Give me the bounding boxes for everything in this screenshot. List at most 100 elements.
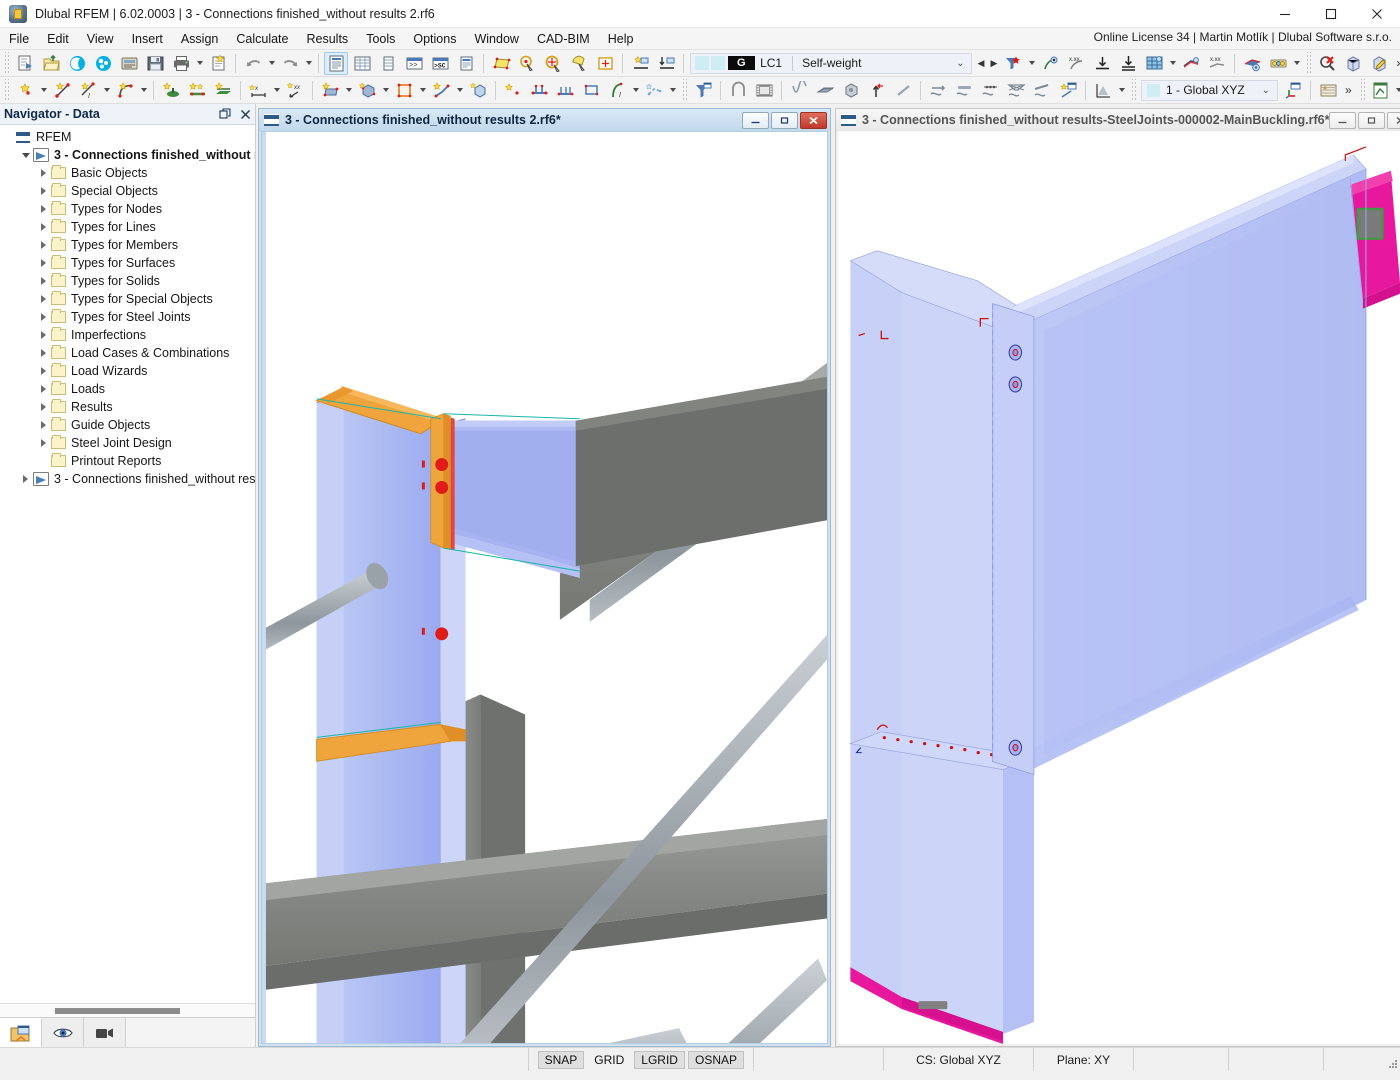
member-dropdown[interactable] bbox=[454, 79, 465, 102]
tab-navigator-data[interactable] bbox=[0, 1018, 42, 1047]
tree-item[interactable]: Types for Special Objects bbox=[0, 290, 255, 308]
deformation-icon[interactable] bbox=[1038, 52, 1062, 75]
chevron-right-icon[interactable] bbox=[36, 236, 51, 254]
line-load-icon[interactable] bbox=[978, 79, 1002, 102]
tree-item[interactable]: Types for Solids bbox=[0, 272, 255, 290]
toolbar-grip[interactable] bbox=[3, 52, 10, 74]
overflow-icon2[interactable]: » bbox=[1341, 83, 1356, 97]
undo-icon[interactable] bbox=[241, 52, 265, 75]
dimension-xx-icon[interactable]: xx bbox=[283, 79, 307, 102]
restore-icon[interactable] bbox=[1358, 112, 1385, 129]
toolbar-grip[interactable] bbox=[1359, 79, 1366, 101]
new-line-support-icon[interactable] bbox=[185, 79, 209, 102]
chevron-right-icon[interactable] bbox=[36, 182, 51, 200]
menu-assign[interactable]: Assign bbox=[172, 28, 228, 50]
viewport-steel-joint[interactable]: 3 - Connections finished_without results… bbox=[835, 108, 1400, 1047]
connect-icon[interactable] bbox=[65, 52, 89, 75]
chevron-down-icon[interactable] bbox=[18, 146, 33, 164]
previous-load-case-icon[interactable]: ◀ bbox=[974, 52, 987, 75]
xxx-values-icon[interactable]: x.xx bbox=[1064, 52, 1088, 75]
menu-edit[interactable]: Edit bbox=[38, 28, 78, 50]
free-load-icon[interactable] bbox=[1030, 79, 1054, 102]
tree-item[interactable]: Types for Surfaces bbox=[0, 254, 255, 272]
viewport-model[interactable]: 3 - Connections finished_without results… bbox=[258, 108, 831, 1047]
surface-select-icon[interactable] bbox=[489, 52, 513, 75]
surface-dropdown[interactable] bbox=[343, 79, 354, 102]
member-hinge2-icon[interactable] bbox=[553, 79, 577, 102]
table-single-icon[interactable] bbox=[376, 52, 400, 75]
tree-item[interactable]: Load Cases & Combinations bbox=[0, 344, 255, 362]
steel-joint-3d-canvas[interactable] bbox=[838, 131, 1400, 1044]
line-small-icon[interactable] bbox=[891, 79, 915, 102]
loads-down2-icon[interactable] bbox=[1116, 52, 1140, 75]
new-line-dim-icon[interactable]: I bbox=[76, 79, 100, 102]
menu-view[interactable]: View bbox=[78, 28, 123, 50]
tree-item[interactable]: RFEM bbox=[0, 128, 255, 146]
tables-icon[interactable] bbox=[350, 52, 374, 75]
minimize-icon[interactable] bbox=[1329, 112, 1356, 129]
tree-item[interactable]: Types for Nodes bbox=[0, 200, 255, 218]
status-toggle-lgrid[interactable]: LGRID bbox=[634, 1051, 685, 1069]
chevron-right-icon[interactable] bbox=[36, 218, 51, 236]
circle-select-icon[interactable] bbox=[541, 52, 565, 75]
toolbar-grip[interactable] bbox=[1130, 79, 1137, 101]
tree-item[interactable]: Types for Steel Joints bbox=[0, 308, 255, 326]
model-3d-canvas[interactable] bbox=[261, 131, 828, 1044]
menu-window[interactable]: Window bbox=[465, 28, 527, 50]
new-model-icon[interactable] bbox=[13, 52, 37, 75]
chevron-right-icon[interactable] bbox=[36, 398, 51, 416]
tree-item[interactable]: Printout Reports bbox=[0, 452, 255, 470]
rigid-link-dropdown[interactable] bbox=[667, 79, 678, 102]
diagram-icon[interactable] bbox=[1179, 52, 1203, 75]
maximize-icon[interactable] bbox=[1308, 0, 1354, 28]
new-arc-icon[interactable] bbox=[113, 79, 137, 102]
filter-dropdown[interactable] bbox=[1026, 52, 1037, 75]
tree-item[interactable]: Special Objects bbox=[0, 182, 255, 200]
close-icon[interactable] bbox=[235, 105, 255, 124]
status-plane[interactable]: Plane: XY bbox=[1034, 1048, 1134, 1071]
chevron-right-icon[interactable] bbox=[36, 254, 51, 272]
chevron-right-icon[interactable] bbox=[18, 470, 33, 488]
node-select-icon[interactable] bbox=[515, 52, 539, 75]
arc-dropdown[interactable] bbox=[138, 79, 149, 102]
chevron-right-icon[interactable] bbox=[36, 344, 51, 362]
close-icon[interactable] bbox=[800, 112, 827, 129]
nodal-load-icon[interactable] bbox=[926, 79, 950, 102]
tree-item[interactable]: 3 - Connections finished_without results bbox=[0, 146, 255, 164]
print-dropdown[interactable] bbox=[194, 52, 205, 75]
tab-navigator-display[interactable] bbox=[42, 1018, 84, 1047]
restore-icon[interactable] bbox=[771, 112, 798, 129]
spreadsheet-dropdown[interactable] bbox=[1394, 79, 1400, 102]
tree-item[interactable]: Imperfections bbox=[0, 326, 255, 344]
save-icon[interactable] bbox=[143, 52, 167, 75]
next-load-case-icon[interactable]: ▶ bbox=[987, 52, 1000, 75]
opening-dropdown[interactable] bbox=[417, 79, 428, 102]
menu-results[interactable]: Results bbox=[298, 28, 358, 50]
render-settings-icon[interactable] bbox=[1240, 52, 1264, 75]
chevron-right-icon[interactable] bbox=[36, 380, 51, 398]
redo-icon[interactable] bbox=[278, 52, 302, 75]
filter-view-icon[interactable] bbox=[691, 79, 715, 102]
chevron-down-icon[interactable]: ⌄ bbox=[954, 58, 971, 69]
member-hinge-icon[interactable] bbox=[527, 79, 551, 102]
status-toggle-grid[interactable]: GRID bbox=[587, 1051, 631, 1069]
cube-icon[interactable] bbox=[839, 79, 863, 102]
navigator-tree[interactable]: RFEM3 - Connections finished_without res… bbox=[0, 125, 255, 1003]
new-surface-icon[interactable] bbox=[318, 79, 342, 102]
results-dropdown[interactable] bbox=[1116, 79, 1127, 102]
partial-select-icon[interactable] bbox=[567, 52, 591, 75]
chevron-right-icon[interactable] bbox=[36, 416, 51, 434]
close-icon[interactable] bbox=[1354, 0, 1400, 28]
filter-results-icon[interactable] bbox=[1001, 52, 1025, 75]
menu-cad-bim[interactable]: CAD-BIM bbox=[528, 28, 599, 50]
member-load-icon[interactable] bbox=[952, 79, 976, 102]
load-wizard-icon[interactable] bbox=[1056, 79, 1080, 102]
coordinate-system-selector[interactable]: 1 - Global XYZ ⌄ bbox=[1141, 80, 1278, 101]
close-icon[interactable] bbox=[1387, 112, 1400, 129]
dimension-x-dropdown[interactable] bbox=[271, 79, 282, 102]
load-case-selector[interactable]: G LC1 Self-weight ⌄ bbox=[690, 53, 972, 74]
menu-help[interactable]: Help bbox=[599, 28, 643, 50]
script-icon[interactable]: >SC bbox=[428, 52, 452, 75]
loads-down-icon[interactable] bbox=[1090, 52, 1114, 75]
new-member-icon[interactable] bbox=[429, 79, 453, 102]
